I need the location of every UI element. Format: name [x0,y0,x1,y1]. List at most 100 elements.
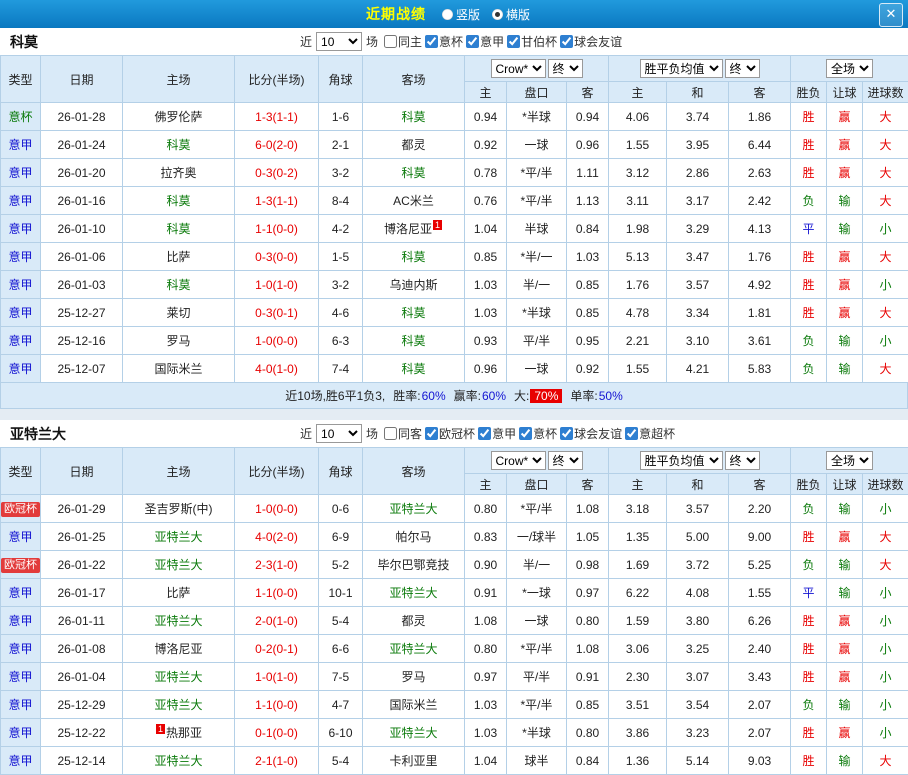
cell-date: 26-01-16 [41,187,123,215]
cell-league: 意甲 [1,271,41,299]
filter-option-3[interactable]: 甘伯杯 [507,33,557,50]
team-text: 佛罗伦萨 [154,110,202,124]
cell-avg-away: 4.13 [729,215,791,243]
sub-avg-home: 主 [609,474,667,495]
section-header: 科莫 近 10 场 同主意杯意甲甘伯杯球会友谊 [0,28,908,55]
cell-date: 25-12-07 [41,355,123,383]
cell-team: 都灵 [363,607,465,635]
cell-handicap-result: 赢 [827,719,863,747]
filter-checkbox[interactable] [384,427,397,440]
cell-team: 罗马 [363,663,465,691]
cell-avg-draw: 5.00 [667,523,729,551]
cell-result: 负 [791,327,827,355]
layout-radio-vertical[interactable]: 竖版 [442,6,480,23]
cell-avg-home: 4.06 [609,103,667,131]
cell-handicap: *平/半 [507,635,567,663]
cell-league: 意甲 [1,719,41,747]
filter-checkbox[interactable] [507,35,520,48]
odds-group-header: Crow*终 [465,56,609,82]
cell-odds-home: 0.92 [465,131,507,159]
cell-handicap-result: 输 [827,691,863,719]
filter-checkbox[interactable] [560,35,573,48]
cell-handicap: 一/球半 [507,523,567,551]
avg-select[interactable]: 胜平负均值 [640,59,723,78]
cell-handicap: 半/一 [507,271,567,299]
cell-avg-away: 4.92 [729,271,791,299]
cell-handicap: 平/半 [507,663,567,691]
cell-odds-home: 0.76 [465,187,507,215]
odds-time-select[interactable]: 终 [548,59,583,78]
cell-score: 1-0(0-0) [235,495,319,523]
scope-select[interactable]: 全场 [826,451,873,470]
team-text: 博洛尼亚 [154,642,202,656]
team-text: 国际米兰 [154,362,202,376]
cell-handicap-result: 赢 [827,271,863,299]
filter-option-1[interactable]: 意杯 [425,33,463,50]
cell-date: 26-01-06 [41,243,123,271]
cell-avg-draw: 3.72 [667,551,729,579]
layout-radio-horizontal[interactable]: 横版 [492,6,530,23]
team-text: 莱切 [166,306,190,320]
team-text: 都灵 [401,138,425,152]
cell-corner: 5-4 [319,607,363,635]
stat-value: 50% [599,389,623,403]
filter-checkbox[interactable] [478,427,491,440]
matches-table: 类型日期主场比分(半场)角球客场Crow*终胜平负均值终全场主盘口客主和客胜负让… [0,55,908,383]
filter-checkbox[interactable] [519,427,532,440]
filter-option-0[interactable]: 同主 [384,33,422,50]
filter-checkbox[interactable] [625,427,638,440]
filter-option-0[interactable]: 同客 [384,425,422,442]
filter-option-4[interactable]: 球会友谊 [560,425,622,442]
cell-team: 科莫 [123,215,235,243]
recent-count-select[interactable]: 10 [316,32,362,51]
odds-company-select[interactable]: Crow* [491,59,546,78]
cell-result: 平 [791,579,827,607]
cell-odds-home: 0.94 [465,103,507,131]
cell-odds-home: 0.78 [465,159,507,187]
cell-avg-draw: 3.17 [667,187,729,215]
filter-checkbox[interactable] [560,427,573,440]
match-row: 欧冠杯26-01-22亚特兰大2-3(1-0)5-2毕尔巴鄂竞技0.90半/一0… [1,551,908,579]
cell-team: 乌迪内斯 [363,271,465,299]
filter-option-5[interactable]: 意超杯 [625,425,675,442]
cell-avg-draw: 3.29 [667,215,729,243]
filter-checkbox[interactable] [425,427,438,440]
cell-handicap: 一球 [507,607,567,635]
filter-checkbox[interactable] [384,35,397,48]
team-text: 罗马 [166,334,190,348]
cell-corner: 3-2 [319,271,363,299]
section-header: 亚特兰大 近 10 场 同客欧冠杯意甲意杯球会友谊意超杯 [0,420,908,447]
filter-option-2[interactable]: 意甲 [466,33,504,50]
filter-option-2[interactable]: 意甲 [478,425,516,442]
cell-date: 26-01-25 [41,523,123,551]
filter-bar: 近 10 场 同主意杯意甲甘伯杯球会友谊 [300,28,625,55]
cell-team: 拉齐奥 [123,159,235,187]
filter-option-3[interactable]: 意杯 [519,425,557,442]
col-type: 类型 [1,448,41,495]
cell-result: 负 [791,495,827,523]
cell-odds-away: 0.85 [567,271,609,299]
cell-odds-away: 1.13 [567,187,609,215]
close-button[interactable]: ✕ [879,3,903,27]
scope-select[interactable]: 全场 [826,59,873,78]
cell-goals: 大 [863,551,908,579]
cell-result: 胜 [791,271,827,299]
cell-score: 1-1(0-0) [235,215,319,243]
filter-checkbox[interactable] [466,35,479,48]
stat-label: 赢率: [454,387,481,404]
team-text: 毕尔巴鄂竞技 [377,558,449,572]
radio-icon[interactable] [492,9,503,20]
cell-corner: 6-10 [319,719,363,747]
odds-time-select[interactable]: 终 [548,451,583,470]
avg-time-select[interactable]: 终 [725,451,760,470]
filter-option-1[interactable]: 欧冠杯 [425,425,475,442]
recent-count-select[interactable]: 10 [316,424,362,443]
filter-option-4[interactable]: 球会友谊 [560,33,622,50]
sub-odds-away: 客 [567,474,609,495]
filter-checkbox[interactable] [425,35,438,48]
avg-time-select[interactable]: 终 [725,59,760,78]
team-text: 亚特兰大 [154,698,202,712]
radio-icon[interactable] [442,9,453,20]
avg-select[interactable]: 胜平负均值 [640,451,723,470]
odds-company-select[interactable]: Crow* [491,451,546,470]
